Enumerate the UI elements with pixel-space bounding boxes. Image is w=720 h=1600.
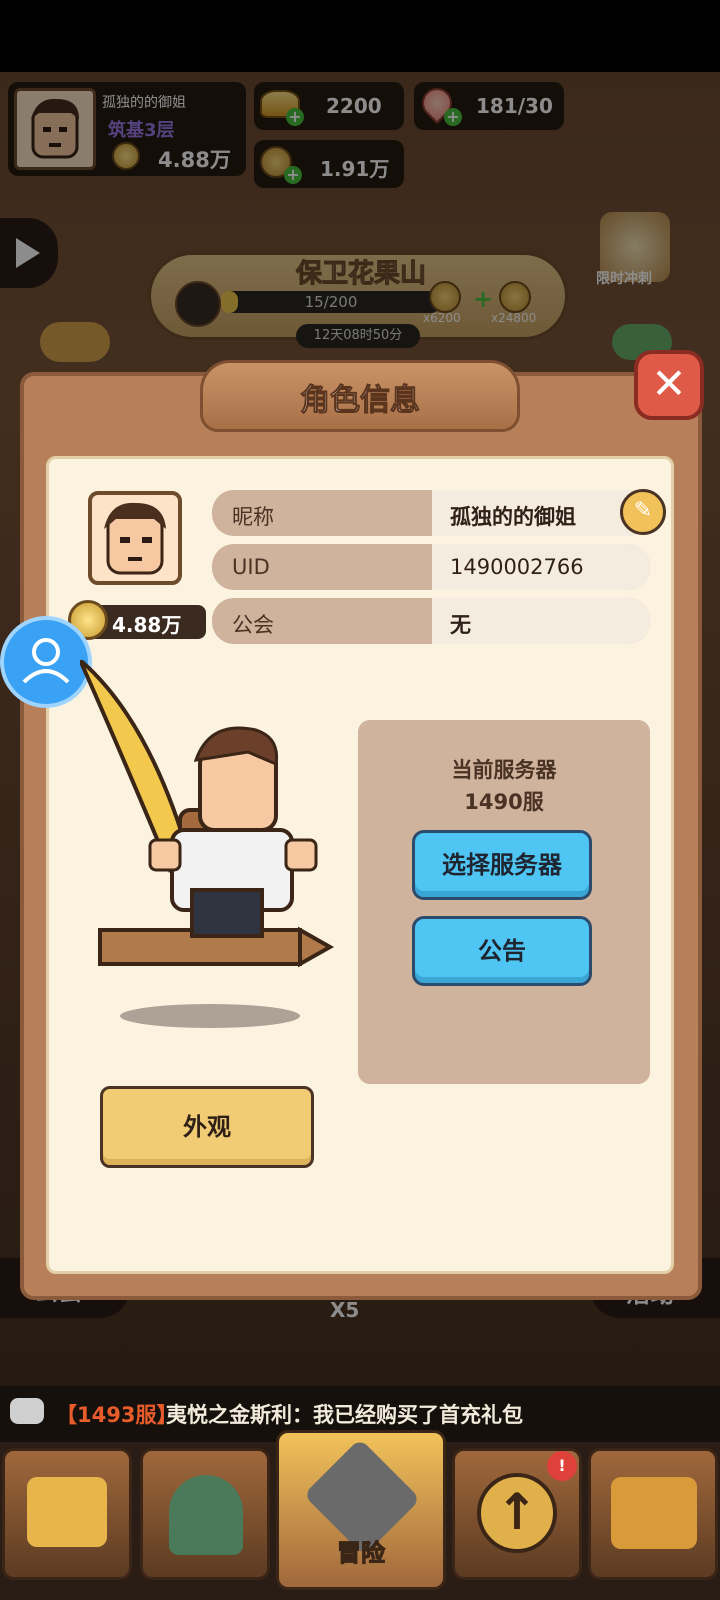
nickname-value: 孤独的的御姐 [450, 505, 576, 529]
upgrade-arrow-icon: ↑ [477, 1473, 557, 1553]
uid-row: UID 1490002766 [212, 544, 650, 590]
nav-vault-button[interactable] [588, 1448, 718, 1580]
appearance-button[interactable]: 外观 [100, 1086, 314, 1168]
uid-label: UID [232, 555, 270, 579]
locked-chest-icon [611, 1477, 697, 1549]
nav-adventure-button[interactable]: 冒险 [276, 1430, 446, 1590]
nav-shop-button[interactable] [2, 1448, 132, 1580]
select-server-button[interactable]: 选择服务器 [412, 830, 592, 900]
close-button[interactable]: ✕ [634, 350, 704, 420]
role-avatar[interactable] [88, 491, 182, 585]
nickname-label: 昵称 [232, 505, 274, 529]
character-bust-icon [169, 1475, 243, 1555]
chat-server-tag: 【1493服】 [56, 1403, 178, 1427]
nickname-row: 昵称 孤独的的御姐 [212, 490, 650, 536]
chat-bubble-icon [10, 1398, 44, 1424]
notice-button[interactable]: 公告 [412, 916, 592, 986]
nav-upgrade-button[interactable]: ↑ ! [452, 1448, 582, 1580]
guild-label: 公会 [232, 613, 274, 637]
brush-icon: ✎ [633, 498, 653, 523]
character-illustration [80, 660, 335, 1028]
uid-value: 1490002766 [450, 555, 584, 579]
alert-badge-icon: ! [547, 1451, 577, 1481]
edit-nickname-button[interactable]: ✎ [620, 489, 666, 535]
role-power-value: 4.88万 [112, 613, 182, 637]
current-server-label: 当前服务器 [451, 758, 557, 782]
chat-message: 夷悦之金斯利：我已经购买了首充礼包 [166, 1403, 523, 1427]
nav-character-button[interactable] [140, 1448, 270, 1580]
guild-row: 公会 无 [212, 598, 650, 644]
user-icon [22, 638, 70, 684]
panel-title: 角色信息 [300, 383, 421, 419]
current-server-value: 1490服 [464, 790, 544, 814]
server-box: 当前服务器 1490服 选择服务器 公告 [358, 720, 650, 1084]
role-face-icon [104, 502, 166, 575]
treasure-chest-icon [27, 1477, 107, 1547]
floating-assistant-button[interactable] [0, 616, 92, 708]
nav-adventure-label: 冒险 [337, 1539, 386, 1568]
guild-value: 无 [450, 613, 471, 637]
close-icon: ✕ [651, 359, 687, 408]
